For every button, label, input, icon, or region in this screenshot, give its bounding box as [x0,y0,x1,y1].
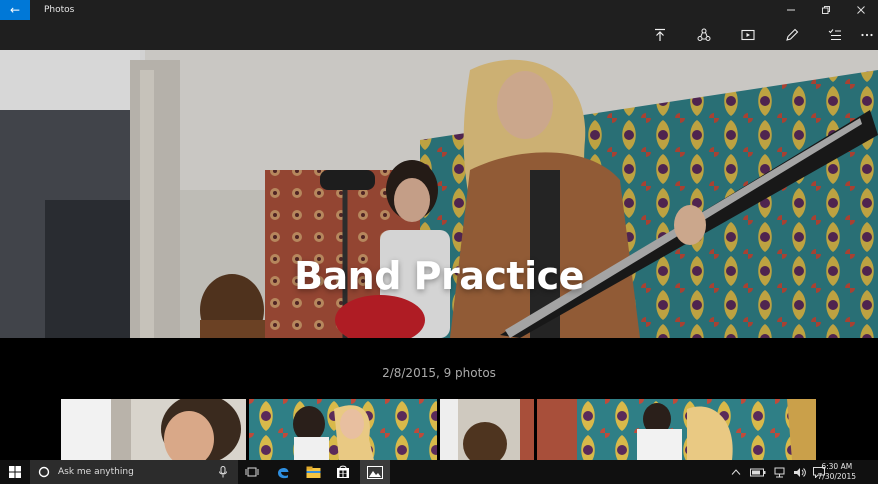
microphone-icon [219,466,227,478]
more-options-button[interactable] [857,25,877,45]
thumbnail-image [440,399,534,460]
command-bar [0,20,878,50]
windows-logo-icon [9,466,21,478]
cortana-circle-icon [38,466,50,478]
pencil-icon [786,28,799,41]
minimize-icon [786,9,795,11]
chevron-up-icon [731,469,741,475]
maximize-button[interactable] [808,0,843,20]
photos-icon [367,465,383,479]
edge-icon [278,467,289,479]
upload-button[interactable] [650,25,670,45]
photo-thumbnail[interactable] [537,399,816,460]
show-hidden-icons-button[interactable] [728,460,744,484]
start-button[interactable] [0,460,30,484]
album-meta: 2/8/2015, 9 photos [382,366,496,380]
network-button[interactable] [770,460,788,484]
slideshow-button[interactable] [738,25,758,45]
back-button[interactable]: ← [0,0,30,20]
upload-icon [655,28,665,41]
album-title: Band Practice [294,254,584,298]
slideshow-icon [741,29,755,41]
search-placeholder: Ask me anything [58,467,134,477]
select-button[interactable] [825,25,845,45]
window-controls [773,0,878,20]
back-arrow-icon: ← [9,3,21,17]
more-icon [861,33,873,37]
system-clock[interactable]: 6:30 AM 7/30/2015 [818,462,856,482]
photo-thumbnail[interactable] [440,399,534,460]
thumbnail-image [537,399,816,460]
minimize-button[interactable] [773,0,808,20]
thumbnail-image [249,399,437,460]
restore-icon [821,6,830,14]
close-icon [856,6,865,14]
select-list-icon [828,29,841,40]
share-button[interactable] [694,25,714,45]
file-explorer-button[interactable] [300,460,326,484]
store-icon [337,465,349,478]
store-button[interactable] [330,460,356,484]
app-title: Photos [44,5,75,15]
edge-browser-button[interactable] [270,460,296,484]
task-view-button[interactable] [240,460,264,484]
battery-button[interactable] [748,460,768,484]
volume-button[interactable] [790,460,808,484]
thumbnail-image [61,399,246,460]
photos-app-button[interactable] [360,460,390,484]
photo-thumbnail[interactable] [249,399,437,460]
task-view-icon [245,467,259,477]
battery-icon [750,468,766,476]
folder-icon [306,466,320,478]
photo-thumbnail[interactable] [61,399,246,460]
volume-icon [793,467,806,477]
edit-button[interactable] [782,25,802,45]
close-button[interactable] [843,0,878,20]
cortana-search-box[interactable]: Ask me anything [30,460,238,484]
clock-date: 7/30/2015 [817,472,856,481]
album-hero-image: Band Practice [0,50,878,338]
title-bar: ← Photos [0,0,878,20]
network-icon [774,467,784,477]
album-content: 2/8/2015, 9 photos [0,338,878,460]
thumbnail-strip [61,399,816,460]
clock-time: 6:30 AM [821,462,853,471]
taskbar: Ask me anything 6:30 AM 7/30/2015 [0,460,878,484]
share-icon [697,28,711,41]
